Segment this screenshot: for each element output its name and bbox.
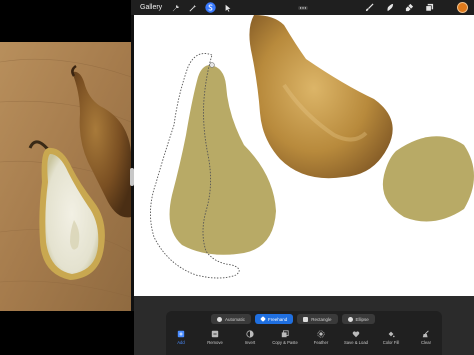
current-color-swatch[interactable] (457, 2, 468, 13)
invert-button[interactable]: Invert (237, 330, 263, 345)
clear-button[interactable]: Clear (413, 330, 439, 345)
drawing-canvas[interactable] (134, 15, 474, 296)
reference-bottom-bar (0, 311, 134, 355)
smudge-icon[interactable] (383, 0, 395, 15)
feather-button[interactable]: Feather (308, 330, 334, 345)
selection-action-row: Add Remove Invert Copy & Paste Feather S… (166, 330, 442, 355)
color-fill-icon (387, 330, 395, 338)
freehand-icon (260, 316, 266, 322)
magic-wand-icon[interactable] (187, 0, 199, 15)
mode-freehand[interactable]: Freehand (255, 314, 294, 324)
add-button[interactable]: Add (168, 330, 194, 345)
clear-icon (422, 330, 430, 338)
mode-rectangle[interactable]: Rectangle (297, 314, 338, 324)
mode-ellipse[interactable]: Ellipse (341, 314, 375, 324)
brush-icon[interactable] (363, 0, 375, 15)
selection-s-icon[interactable] (204, 0, 216, 15)
save-load-icon (352, 330, 360, 338)
reference-photo-panel[interactable] (0, 42, 131, 311)
remove-icon (211, 330, 219, 338)
color-fill-button[interactable]: Color Fill (378, 330, 404, 345)
add-icon (177, 330, 185, 338)
selection-panel: Automatic Freehand Rectangle Ellipse Add… (166, 311, 442, 355)
arrow-cursor-icon[interactable] (222, 0, 234, 15)
ellipse-icon (347, 316, 353, 322)
invert-icon (246, 330, 254, 338)
reference-photo (0, 42, 131, 311)
remove-button[interactable]: Remove (202, 330, 228, 345)
canvas-artwork (150, 15, 474, 279)
copy-paste-button[interactable]: Copy & Paste (272, 330, 298, 345)
top-toolbar: Gallery (131, 0, 474, 15)
automatic-icon (217, 316, 222, 322)
feather-icon (317, 330, 325, 338)
selection-mode-row: Automatic Freehand Rectangle Ellipse (211, 314, 375, 324)
eraser-icon[interactable] (403, 0, 415, 15)
procreate-app: Gallery Automatic Freehand Rectangle Ell… (0, 0, 474, 355)
rectangle-icon (303, 316, 309, 322)
save-load-button[interactable]: Save & Load (343, 330, 369, 345)
mode-automatic[interactable]: Automatic (211, 314, 252, 324)
copy-paste-icon (281, 330, 289, 338)
wrench-icon[interactable] (170, 0, 182, 15)
ellipsis-icon[interactable] (295, 0, 311, 15)
layers-icon[interactable] (423, 0, 435, 15)
gallery-button[interactable]: Gallery (140, 0, 162, 15)
